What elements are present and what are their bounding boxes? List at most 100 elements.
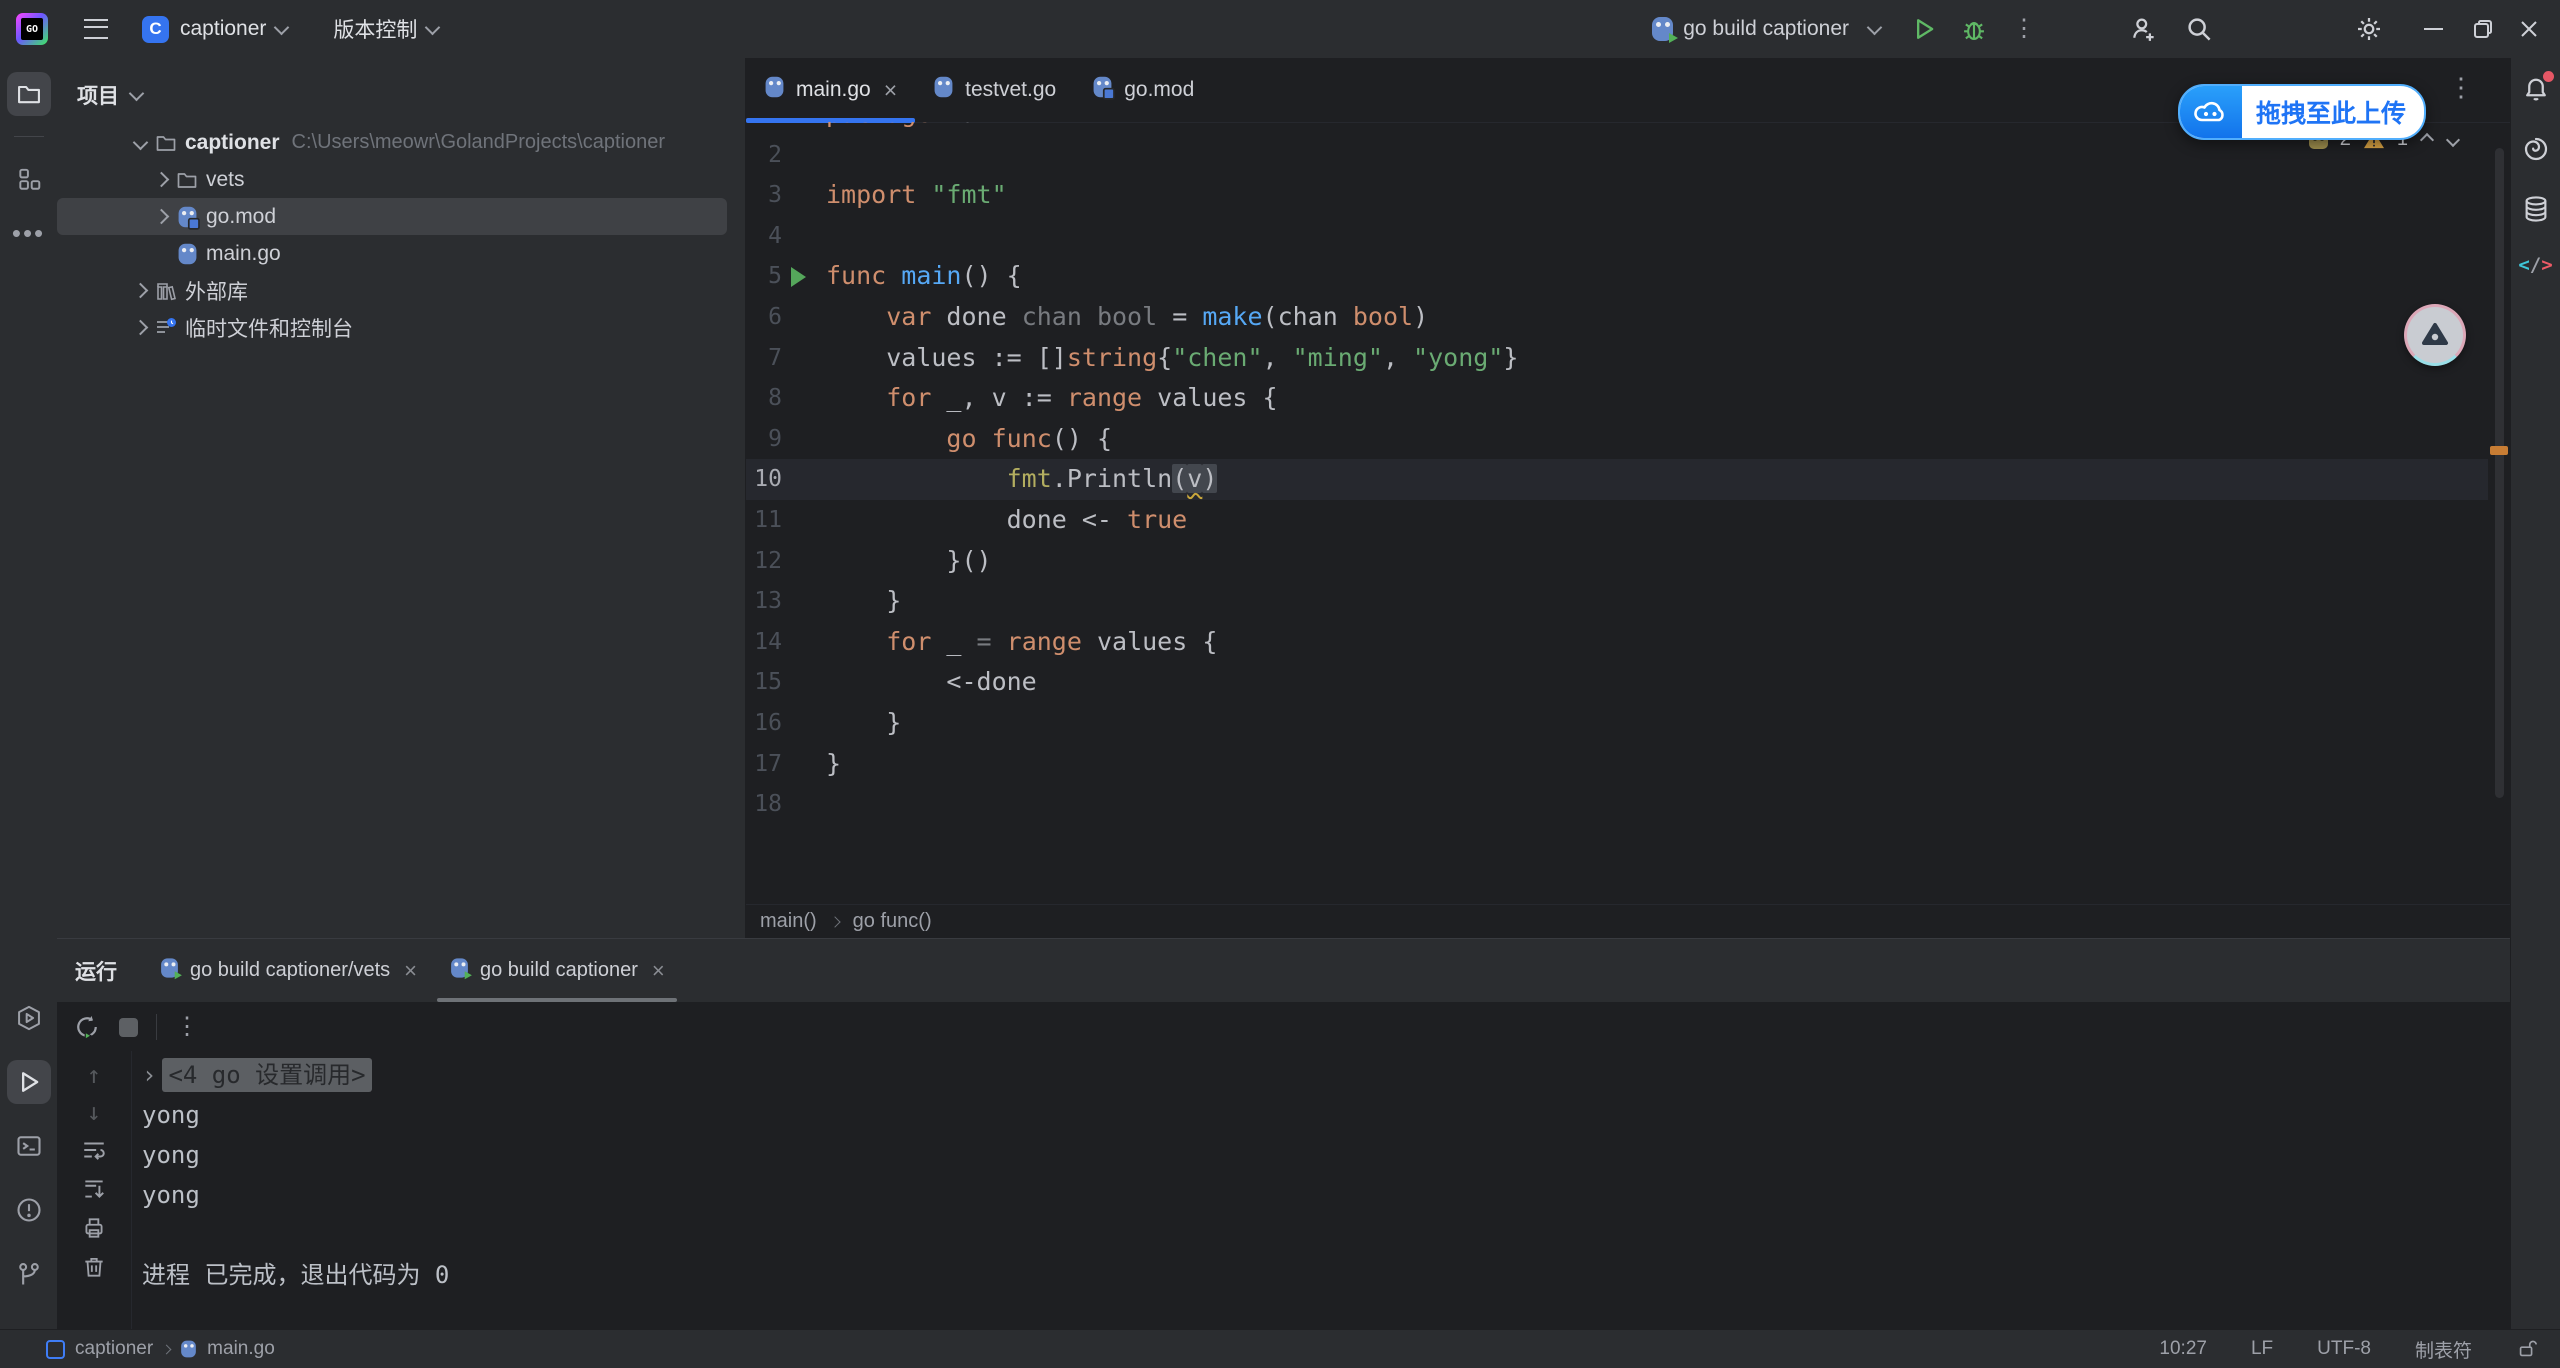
run-configuration-selector[interactable]: go build captioner [1652, 17, 1880, 41]
notifications-button[interactable] [2521, 74, 2551, 104]
tree-item-label: go.mod [206, 205, 276, 229]
gutter-run-column [782, 378, 814, 419]
gutter-run-column [782, 297, 814, 338]
status-indent[interactable]: 制表符 [2415, 1336, 2472, 1363]
folder-icon [172, 168, 202, 192]
status-line-separator[interactable]: LF [2251, 1338, 2273, 1360]
problems-tool-button[interactable] [7, 1188, 51, 1232]
editor-tab-go.mod[interactable]: go.mod [1074, 58, 1212, 122]
project-icon[interactable]: C [142, 16, 169, 43]
code-line-3: 3import "fmt" [746, 175, 2488, 216]
run-line-icon[interactable] [791, 267, 806, 287]
endpoints-button[interactable]: </> [2518, 254, 2552, 276]
more-tool-windows-button[interactable]: ••• [7, 211, 51, 255]
next-problem-button[interactable] [2446, 132, 2460, 146]
code-with-me-button[interactable] [2128, 14, 2158, 44]
gopher-icon [181, 1341, 196, 1358]
run-tab-go build captioner/vets[interactable]: go build captioner/vets× [143, 939, 433, 1002]
floating-assistant-widget[interactable] [2404, 304, 2466, 366]
restore-button[interactable] [2460, 6, 2506, 52]
code-text [814, 135, 826, 176]
breadcrumb-item[interactable]: go func() [853, 910, 932, 933]
status-project[interactable]: captioner [75, 1338, 153, 1360]
rerun-button[interactable] [73, 1013, 101, 1041]
scroll-to-end-button[interactable] [81, 1176, 107, 1202]
more-actions-button[interactable]: ⋮ [2012, 17, 2036, 41]
up-arrow-button[interactable]: ↑ [87, 1063, 101, 1087]
tree-item-外部库[interactable]: 外部库 [57, 272, 745, 309]
fold-chevron-icon[interactable]: › [142, 1055, 156, 1095]
gutter-run-column [782, 419, 814, 460]
goland-window: GO C captioner 版本控制 go build captioner ⋮ [0, 0, 2560, 1368]
project-selector[interactable]: captioner [180, 17, 266, 41]
tree-item-临时文件和控制台[interactable]: 临时文件和控制台 [57, 309, 745, 346]
close-tab-icon[interactable]: × [652, 958, 665, 984]
terminal-tool-button[interactable] [7, 1124, 51, 1168]
previous-problem-button[interactable] [2420, 132, 2434, 146]
tree-item-main.go[interactable]: main.go [57, 235, 745, 272]
database-button[interactable] [2521, 194, 2551, 224]
status-file[interactable]: main.go [207, 1338, 275, 1360]
settings-button[interactable] [2354, 14, 2384, 44]
print-button[interactable] [81, 1215, 107, 1241]
tree-item-vets[interactable]: vets [57, 161, 745, 198]
code-line-14: 14 for _ = range values { [746, 622, 2488, 663]
project-panel-title[interactable]: 项目 [77, 80, 119, 110]
console-command-chip[interactable]: <4 go 设置调用> [162, 1058, 371, 1092]
console-blank-line [142, 1215, 2510, 1255]
close-tab-icon[interactable]: × [404, 958, 417, 984]
editor-options-button[interactable]: ⋮ [2448, 72, 2474, 103]
services-tool-button[interactable] [7, 996, 51, 1040]
chevron-right-icon[interactable] [153, 172, 169, 188]
run-tab-go build captioner[interactable]: go build captioner× [433, 939, 681, 1002]
debug-button[interactable] [1960, 15, 1988, 43]
tree-chevron-box [129, 322, 151, 333]
gutter-run-column [782, 541, 814, 582]
run-more-button[interactable]: ⋮ [175, 1015, 199, 1039]
vcs-widget[interactable]: 版本控制 [333, 14, 417, 44]
git-tool-button[interactable] [7, 1252, 51, 1296]
structure-tool-button[interactable] [7, 157, 51, 201]
editor-tab-testvet.go[interactable]: testvet.go [915, 58, 1074, 122]
chevron-right-icon[interactable] [132, 320, 148, 336]
tree-item-go.mod[interactable]: go.mod [57, 198, 727, 235]
minimize-button[interactable] [2410, 6, 2456, 52]
console-output[interactable]: ›<4 go 设置调用>yongyongyong进程 已完成，退出代码为 0 [132, 1051, 2510, 1330]
status-position[interactable]: 10:27 [2159, 1338, 2207, 1360]
lock-icon[interactable] [2516, 1338, 2538, 1360]
chevron-down-icon [274, 19, 290, 35]
chevron-right-icon[interactable] [153, 209, 169, 225]
stop-button[interactable] [119, 1018, 138, 1037]
editor-code-area[interactable]: 1package main23import "fmt"45func main()… [746, 122, 2488, 905]
close-button[interactable] [2506, 6, 2552, 52]
breadcrumb-item[interactable]: main() [760, 910, 817, 933]
main-menu-icon[interactable] [84, 19, 108, 39]
console-gutter: ↑ ↓ [57, 1051, 132, 1330]
search-everywhere-button[interactable] [2184, 14, 2214, 44]
tree-item-label: 外部库 [185, 276, 248, 306]
console-output-line: yong [142, 1135, 2510, 1175]
gopher-run-icon [449, 956, 470, 986]
ai-assistant-button[interactable] [2521, 134, 2551, 164]
soft-wrap-button[interactable] [81, 1137, 107, 1163]
editor-tab-main.go[interactable]: main.go× [746, 58, 915, 122]
tree-item-label: captioner [185, 131, 280, 155]
line-number: 11 [746, 500, 782, 541]
lib-icon [151, 279, 181, 303]
run-tool-button[interactable] [7, 1060, 51, 1104]
upload-drop-badge[interactable]: 拖拽至此上传 [2178, 84, 2426, 140]
tree-item-label: vets [206, 168, 245, 192]
clear-console-button[interactable] [81, 1254, 107, 1280]
chevron-down-icon[interactable] [132, 135, 148, 151]
close-tab-icon[interactable]: × [884, 77, 897, 104]
tree-item-captioner[interactable]: captionerC:\Users\meowr\GolandProjects\c… [57, 124, 745, 161]
project-tool-button[interactable] [7, 72, 51, 116]
warning-stripe-mark[interactable] [2490, 446, 2508, 455]
status-encoding[interactable]: UTF-8 [2317, 1338, 2371, 1360]
chevron-right-icon[interactable] [132, 283, 148, 299]
editor-scrollbar-thumb[interactable] [2495, 148, 2504, 798]
run-button[interactable] [1910, 15, 1938, 43]
code-line-2: 2 [746, 135, 2488, 176]
down-arrow-button[interactable]: ↓ [87, 1100, 101, 1124]
gopher-icon [172, 242, 202, 266]
